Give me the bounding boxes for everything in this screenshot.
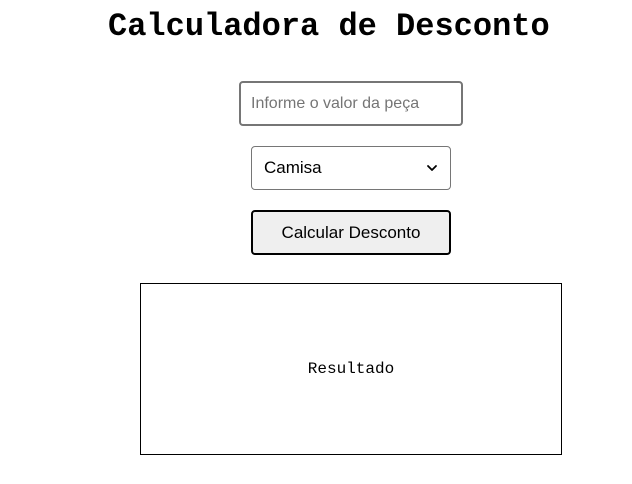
- result-box: Resultado: [140, 283, 562, 455]
- chevron-down-icon: [427, 165, 437, 171]
- result-text: Resultado: [307, 360, 395, 378]
- product-select-value: Camisa: [264, 158, 322, 177]
- price-input[interactable]: [239, 81, 463, 126]
- product-select[interactable]: Camisa: [251, 146, 451, 190]
- page-title: Calculadora de Desconto: [108, 8, 550, 45]
- calculate-discount-button[interactable]: Calcular Desconto: [251, 210, 451, 255]
